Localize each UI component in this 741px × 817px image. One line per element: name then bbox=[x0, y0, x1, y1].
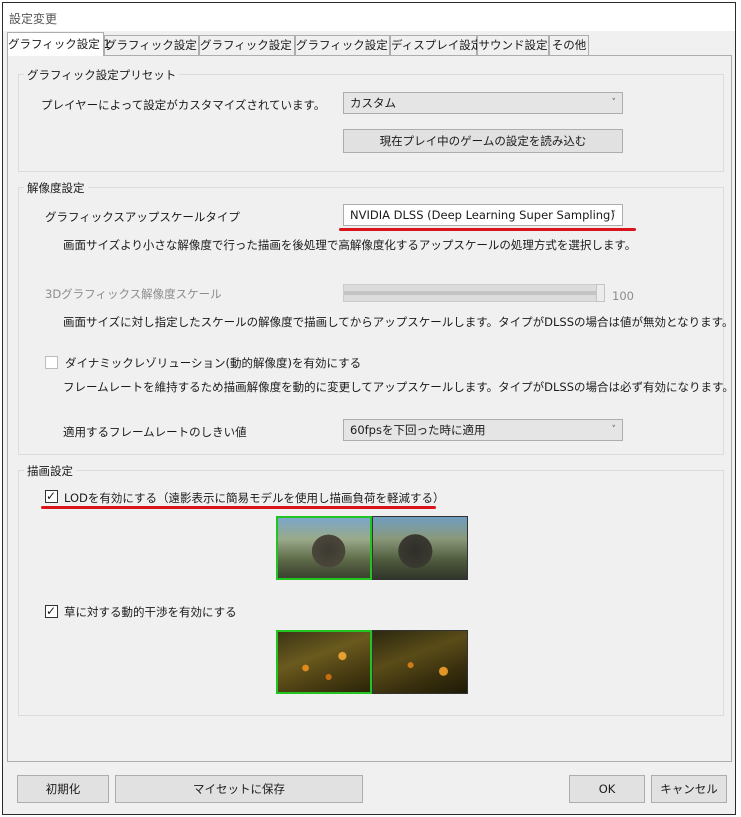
chevron-down-icon: ˅ bbox=[611, 425, 617, 435]
resolution-scale-label: 3Dグラフィックス解像度スケール bbox=[45, 287, 222, 301]
check-icon: ✓ bbox=[46, 489, 57, 503]
resolution-scale-slider[interactable] bbox=[343, 284, 605, 302]
upscale-type-select[interactable]: NVIDIA DLSS (Deep Learning Super Samplin… bbox=[343, 204, 623, 226]
grass-interaction-checkbox[interactable]: ✓ bbox=[45, 604, 58, 618]
close-icon[interactable] bbox=[717, 10, 731, 24]
slider-thumb[interactable] bbox=[596, 284, 605, 302]
lod-on-preview-image bbox=[276, 516, 372, 580]
tab-graphics-1[interactable]: グラフィック設定 1 bbox=[7, 32, 111, 56]
tab-graphics-2[interactable]: グラフィック設定 2 bbox=[104, 35, 208, 55]
tab-sound[interactable]: サウンド設定 bbox=[477, 35, 549, 55]
drawing-legend: 描画設定 bbox=[24, 463, 76, 479]
cancel-button[interactable]: キャンセル bbox=[651, 775, 727, 803]
lod-label[interactable]: LODを有効にする（遠影表示に簡易モデルを使用し描画負荷を軽減する） bbox=[64, 490, 445, 506]
preset-legend: グラフィック設定プリセット bbox=[24, 67, 180, 83]
tab-graphics-4[interactable]: グラフィック設定 4 bbox=[295, 35, 399, 55]
settings-window: 設定変更 グラフィック設定 1 グラフィック設定 2 グラフィック設定 3 グラ… bbox=[2, 2, 736, 815]
slider-track bbox=[344, 291, 604, 295]
lod-off-preview-image bbox=[372, 516, 468, 580]
preset-select-value: カスタム bbox=[350, 96, 396, 110]
preset-select[interactable]: カスタム ˅ bbox=[343, 92, 623, 114]
preset-group bbox=[18, 74, 724, 172]
highlight-underline bbox=[339, 228, 636, 231]
resolution-scale-value: 100 bbox=[612, 289, 634, 303]
reset-button[interactable]: 初期化 bbox=[17, 775, 109, 803]
save-myset-button[interactable]: マイセットに保存 bbox=[115, 775, 363, 803]
title-bar: 設定変更 bbox=[3, 3, 735, 31]
upscale-type-value: NVIDIA DLSS (Deep Learning Super Samplin… bbox=[350, 208, 615, 222]
ok-button[interactable]: OK bbox=[569, 775, 645, 803]
tab-graphics-3[interactable]: グラフィック設定 3 bbox=[199, 35, 303, 55]
upscale-type-description: 画面サイズより小さな解像度で行った描画を後処理で高解像度化するアップスケールの処… bbox=[63, 238, 637, 252]
load-current-settings-button[interactable]: 現在プレイ中のゲームの設定を読み込む bbox=[343, 129, 623, 153]
preset-description: プレイヤーによって設定がカスタマイズされています。 bbox=[41, 98, 326, 112]
framerate-threshold-select[interactable]: 60fpsを下回った時に適用 ˅ bbox=[343, 419, 623, 441]
grass-interaction-label[interactable]: 草に対する動的干渉を有効にする bbox=[64, 604, 237, 620]
grass-on-preview-image bbox=[276, 630, 372, 694]
highlight-underline bbox=[41, 506, 436, 509]
grass-off-preview-image bbox=[372, 630, 468, 694]
tab-other[interactable]: その他 bbox=[549, 35, 589, 55]
resolution-legend: 解像度設定 bbox=[24, 180, 88, 196]
resolution-scale-description: 画面サイズに対し指定したスケールの解像度で描画してからアップスケールします。タイ… bbox=[63, 315, 734, 329]
window-title: 設定変更 bbox=[9, 12, 58, 26]
check-icon: ✓ bbox=[46, 604, 57, 618]
upscale-type-label: グラフィックスアップスケールタイプ bbox=[45, 210, 240, 224]
lod-checkbox[interactable]: ✓ bbox=[45, 489, 58, 503]
framerate-threshold-label: 適用するフレームレートのしきい値 bbox=[63, 425, 247, 439]
tab-display[interactable]: ディスプレイ設定 bbox=[390, 35, 482, 55]
dynamic-resolution-label[interactable]: ダイナミックレゾリューション(動的解像度)を有効にする bbox=[65, 355, 361, 371]
chevron-down-icon: ˅ bbox=[611, 210, 617, 220]
dynamic-resolution-checkbox[interactable] bbox=[45, 356, 58, 369]
dynamic-resolution-description: フレームレートを維持するため描画解像度を動的に変更してアップスケールします。タイ… bbox=[63, 380, 734, 394]
framerate-threshold-value: 60fpsを下回った時に適用 bbox=[350, 423, 486, 437]
chevron-down-icon: ˅ bbox=[611, 98, 617, 108]
